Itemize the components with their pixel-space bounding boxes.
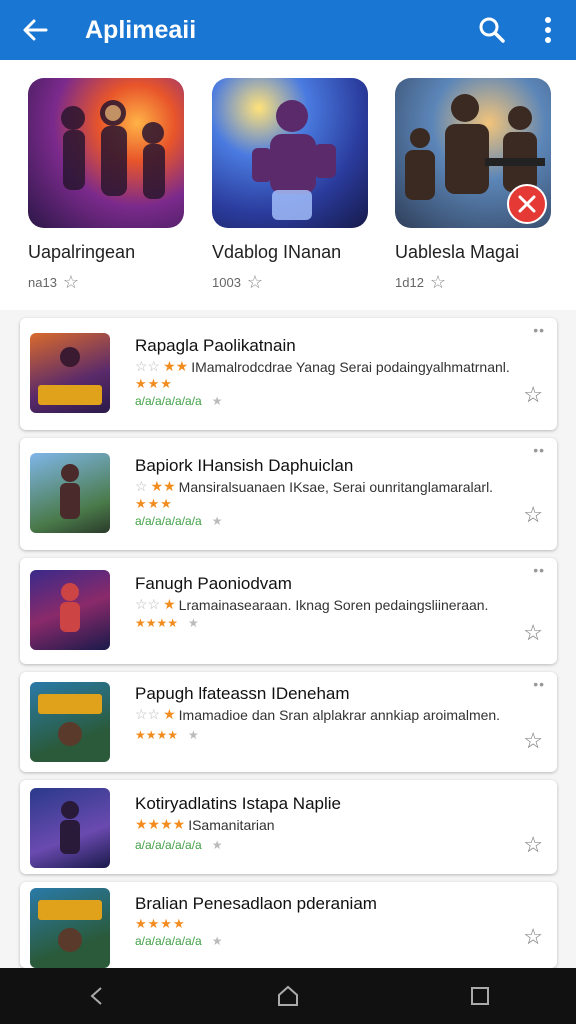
featured-app-3[interactable]: Uablesla Magai 1d12 ☆ [395,78,555,291]
featured-app-2[interactable]: Vdablog INanan 1003 ☆ [212,78,372,291]
app-description: ☆ ★★ Mansiralsuanaen IKsae, Serai ounritan… [135,478,494,495]
game-art-armored-hero [212,78,368,228]
rating-sub: a/a/a/a/a/a/a [135,394,202,408]
game-art-heroes [28,78,184,228]
rating-row: ★★★★ ★ [135,728,199,742]
app-description-text: Mansiralsuanaen IKsae, Serai ounritangla… [178,478,494,495]
app-description: ☆☆ ★ Lramainasearaan. Iknag Soren pedaings… [135,596,489,613]
remove-button[interactable] [507,184,547,224]
more-horiz-icon[interactable]: •• [533,442,545,458]
star-small-icon: ★ [211,394,223,408]
star-outline-icon[interactable]: ☆ [430,273,446,291]
list-item[interactable]: Bapiork IHansish Daphuiclan ☆ ★★ Mansirals… [20,438,557,550]
more-horiz-icon[interactable]: •• [533,676,545,692]
rating-stars: ★★★★ [135,728,179,742]
more-horiz-icon[interactable]: •• [533,562,545,578]
list-item[interactable]: Fanugh Paoniodvam ☆☆ ★ Lramainasearaan. Ik… [20,558,557,664]
app-thumbnail [30,570,110,650]
search-icon [479,17,505,43]
app-description: ☆☆ ★★ IMamalrodcdrae Yanag Serai podaingya… [135,358,510,375]
more-horiz-icon[interactable]: •• [533,322,545,338]
app-description-text: Lramainasearaan. Iknag Soren pedaingslii… [178,596,489,613]
featured-app-meta: 1d12 ☆ [395,273,555,291]
app-thumbnail [30,682,110,762]
star-small-icon: ★ [211,838,223,852]
app-thumbnail [30,888,110,968]
star-small-icon: ★ [188,616,199,630]
list-item[interactable]: Papugh lfateassn IDeneham ☆☆ ★ Imamadioe d… [20,672,557,772]
nav-back-icon [90,987,102,1005]
featured-app-meta: na13 ☆ [28,273,188,291]
rating-row: a/a/a/a/a/a/a ★ [135,934,223,948]
rating-row: a/a/a/a/a/a/a ★ [135,394,223,408]
nav-home-button[interactable] [248,968,328,1024]
star-small-icon: ★ [211,934,223,948]
featured-app-meta: 1003 ☆ [212,273,372,291]
game-art-soldiers [395,78,551,228]
rating-row: a/a/a/a/a/a/a ★ [135,838,223,852]
star-small-icon: ★ [188,728,199,742]
nav-recents-button[interactable] [440,968,520,1024]
app-description-text: IMamalrodcdrae Yanag Serai podaingyalhma… [191,358,510,375]
featured-app-name: Vdablog INanan [212,242,342,262]
rating-stars: ★★★ [135,376,173,391]
featured-app-1[interactable]: Uapalringean na13 ☆ [28,78,188,291]
app-thumbnail [30,333,110,413]
close-icon [518,195,536,213]
featured-app-count: 1003 [212,274,241,290]
favorite-star-icon[interactable]: ☆ [523,924,543,950]
app-title: Bapiork IHansish Daphuiclan [135,456,354,475]
featured-app-name: Uablesla Magai [395,242,520,262]
favorite-star-icon[interactable]: ☆ [523,620,543,646]
arrow-back-icon [23,19,48,41]
favorite-star-icon[interactable]: ☆ [523,502,543,528]
featured-app-count: na13 [28,274,57,290]
rating-sub: a/a/a/a/a/a/a [135,514,202,528]
list-item[interactable]: Kotiryadlatins Istapa Naplie ★★★★ ISamani… [20,780,557,874]
rating-stars: ★★★★ [135,916,186,931]
app-title: Bralian Penesadlaon pderaniam [135,894,377,913]
app-title: Aplimeaii [85,15,197,44]
featured-section: Uapalringean na13 ☆ Vdablog INanan 1003 … [0,60,576,310]
featured-app-name: Uapalringean [28,242,136,262]
list-item[interactable]: Rapagla Paolikatnain ☆☆ ★★ IMamalrodcdrae … [20,318,557,430]
app-description: ☆☆ ★ Imamadioe dan Sran alplakrar annkiap … [135,706,501,723]
app-title: Rapagla Paolikatnain [135,336,296,355]
back-button[interactable] [0,0,70,60]
app-title: Papugh lfateassn IDeneham [135,684,350,703]
app-title: Kotiryadlatins Istapa Naplie [135,794,342,813]
favorite-star-icon[interactable]: ☆ [523,832,543,858]
app-bar: Aplimeaii [0,0,576,60]
app-thumbnail [30,788,110,868]
star-outline-icon[interactable]: ☆ [247,273,263,291]
favorite-star-icon[interactable]: ☆ [523,728,543,754]
search-button[interactable] [464,0,520,60]
app-description: ★★★★ ISamanitarian [135,816,275,833]
overflow-menu-button[interactable] [520,0,576,60]
favorite-star-icon[interactable]: ☆ [523,382,543,408]
app-description-text: ISamanitarian [188,816,275,833]
rating-row: ★★★★ ★ [135,616,199,630]
star-outline-icon[interactable]: ☆ [63,273,79,291]
app-title: Fanugh Paoniodvam [135,574,292,593]
star-small-icon: ★ [211,514,223,528]
content-area: Uapalringean na13 ☆ Vdablog INanan 1003 … [0,60,576,968]
rating-stars: ★★★ [135,496,173,511]
app-description-text: Imamadioe dan Sran alplakrar annkiap aro… [178,706,501,723]
rating-sub: a/a/a/a/a/a/a [135,838,202,852]
featured-app-count: 1d12 [395,274,424,290]
app-thumbnail [30,453,110,533]
nav-home-icon [278,985,298,1006]
nav-back-button[interactable] [56,968,136,1024]
more-vert-icon [545,17,551,43]
list-item[interactable]: Bralian Penesadlaon pderaniam ★★★★ a/a/a… [20,882,557,968]
nav-recents-icon [471,987,489,1005]
rating-row: a/a/a/a/a/a/a ★ [135,514,223,528]
system-nav-bar [0,968,576,1024]
rating-sub: a/a/a/a/a/a/a [135,934,202,948]
rating-stars: ★★★★ [135,616,179,630]
